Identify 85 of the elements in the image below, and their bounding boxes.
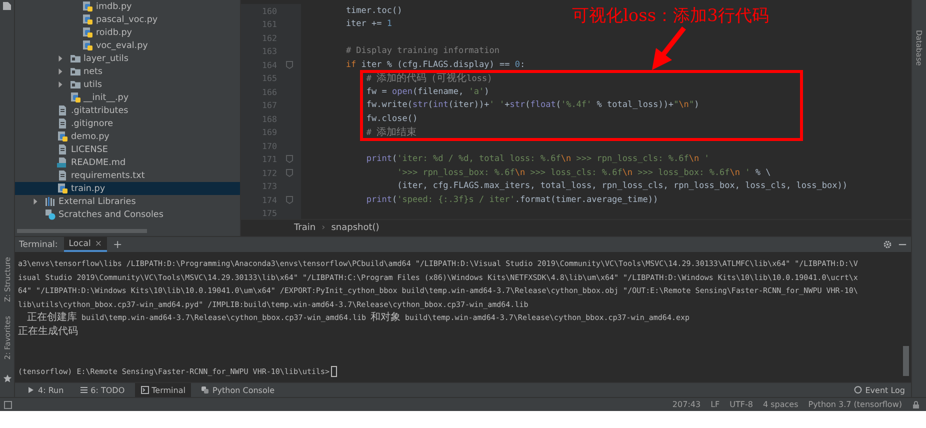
breadcrumb-item[interactable]: Train	[294, 223, 316, 233]
code-line: fw.write(str(int(iter))+' '+str(float('%.4f' % total_loss))+"\n")	[365, 100, 700, 110]
python-file-icon	[82, 40, 93, 51]
tree-item[interactable]: roidb.py	[15, 26, 240, 39]
project-icon[interactable]	[2, 1, 12, 11]
collapsed-arrow-icon[interactable]	[57, 68, 64, 75]
folder-icon	[70, 66, 80, 77]
tree-item[interactable]: README.md	[15, 156, 240, 169]
code-line: # 添加的代码（可视化loss）	[365, 72, 498, 86]
text-cursor	[330, 366, 337, 378]
tree-item[interactable]: __init__.py	[15, 91, 240, 104]
fold-marker-icon[interactable]	[286, 155, 292, 164]
tree-item[interactable]: voc_eval.py	[15, 39, 240, 52]
terminal-tab[interactable]: Local ×	[64, 237, 107, 252]
tree-item[interactable]: .gitignore	[15, 117, 240, 130]
terminal-icon	[140, 386, 149, 394]
scrollbar-thumb[interactable]	[903, 346, 909, 376]
tree-item[interactable]: LICENSE	[15, 143, 240, 156]
python-file-icon	[82, 1, 93, 12]
code-line: fw.close()	[365, 114, 418, 124]
code-line: '>>> rpn_loss_box: %.6f\n >>> loss_cls: %.6f\n >>> loss_box: %.6f\n ' % \	[396, 168, 771, 178]
tool-window-button[interactable]: 6: TODO	[74, 383, 131, 397]
tool-window-button[interactable]: Python Console	[195, 383, 280, 397]
folder-icon	[70, 79, 80, 90]
code-line: print('iter: %d / %d, total loss: %.6f\n >>> rpn_loss_cls: %.6f\n '	[365, 154, 710, 164]
tree-item[interactable]: External Libraries	[15, 195, 240, 208]
tree-item[interactable]: Scratches and Consoles	[15, 208, 240, 221]
tree-item[interactable]: requirements.txt	[15, 169, 240, 182]
collapsed-arrow-icon[interactable]	[57, 81, 64, 88]
python-file-icon	[82, 27, 93, 38]
tree-item[interactable]: pascal_voc.py	[15, 13, 240, 26]
play-icon	[27, 386, 35, 394]
folder-icon	[70, 53, 80, 64]
tree-item[interactable]: train.py	[15, 182, 240, 195]
code-line: print('speed: {:.3f}s / iter'.format(timer.average_time))	[365, 194, 658, 205]
code-line: # 添加结束	[365, 126, 417, 140]
markdown-file-icon	[57, 157, 68, 168]
scratch-icon	[44, 209, 56, 220]
status-item[interactable]: 207:43	[672, 400, 701, 409]
breadcrumb-separator: ›	[322, 223, 326, 233]
annotation-text: 可视化loss：添加3行代码	[572, 5, 769, 27]
status-item[interactable]: Python 3.7 (tensorflow)	[808, 400, 902, 409]
tree-item[interactable]: imdb.py	[15, 0, 240, 13]
add-tab-button[interactable]: +	[112, 238, 122, 251]
tree-item[interactable]: .gitattributes	[15, 104, 240, 117]
python-file-icon	[82, 14, 93, 25]
event-log-button[interactable]: Event Log	[848, 383, 911, 397]
python-file-icon	[70, 92, 80, 103]
settings-icon[interactable]	[883, 240, 892, 249]
panel-toggle-icon[interactable]	[4, 400, 12, 408]
terminal-label: Terminal:	[19, 240, 58, 250]
code-line: timer.toc()	[344, 6, 402, 16]
breadcrumb-item[interactable]: snapshot()	[331, 223, 380, 233]
code-line: iter += 1	[344, 19, 392, 30]
status-item[interactable]: 4 spaces	[762, 400, 798, 409]
terminal-line: 正在生成代码	[18, 324, 79, 338]
star-icon	[2, 374, 12, 383]
code-line: # Display training information	[344, 46, 500, 56]
code-line: fw = open(filename, 'a')	[365, 86, 490, 97]
code-line: (iter, cfg.FLAGS.max_iters, total_loss, rpn_loss_cls, rpn_loss_box, loss_cls, loss_box))	[396, 181, 848, 192]
tree-item[interactable]: layer_utils	[15, 52, 240, 65]
fold-marker-icon[interactable]	[286, 196, 292, 204]
fold-marker-icon[interactable]	[286, 168, 292, 177]
list-icon	[80, 386, 88, 394]
code-line: if iter % (cfg.FLAGS.display) == 0:	[344, 60, 526, 70]
file-icon	[57, 118, 68, 129]
lock-icon[interactable]	[912, 400, 920, 408]
file-icon	[57, 144, 68, 155]
file-icon	[57, 170, 68, 181]
python-file-icon	[57, 131, 68, 142]
file-icon	[57, 105, 68, 116]
status-item[interactable]: LF	[710, 400, 720, 409]
python-icon	[201, 386, 210, 394]
tree-item[interactable]: nets	[15, 65, 240, 78]
speech-bubble-icon	[854, 386, 862, 394]
fold-marker-icon[interactable]	[286, 60, 292, 69]
library-icon	[44, 196, 56, 207]
tree-item[interactable]: demo.py	[15, 130, 240, 143]
tree-item[interactable]: utils	[15, 78, 240, 91]
collapsed-arrow-icon[interactable]	[32, 198, 39, 205]
python-file-icon	[57, 183, 68, 194]
status-item[interactable]: UTF-8	[730, 400, 753, 409]
tool-window-button[interactable]: Terminal	[134, 383, 192, 397]
collapsed-arrow-icon[interactable]	[57, 55, 64, 62]
tool-window-button[interactable]: 4: Run	[21, 383, 70, 397]
